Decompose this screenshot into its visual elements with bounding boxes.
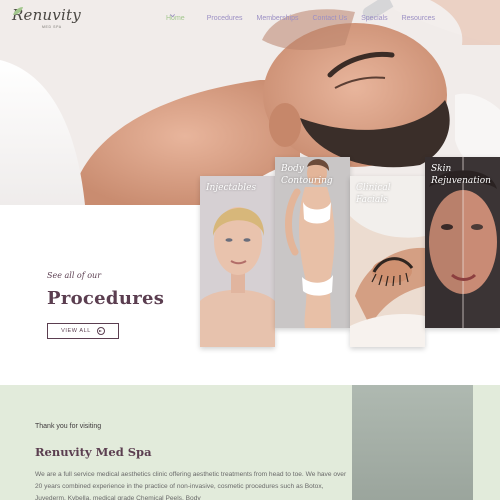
nav-item-procedures[interactable]: Procedures	[170, 14, 243, 22]
nav-item-procedures-label: Procedures	[206, 14, 243, 22]
main-nav: Home Procedures Memberships Contact Us S…	[166, 12, 435, 24]
intro-photo	[352, 385, 473, 500]
view-all-button[interactable]: VIEW ALL	[47, 323, 119, 339]
nav-item-memberships[interactable]: Memberships	[256, 15, 298, 22]
procedures-title: Procedures	[47, 288, 165, 309]
card-label-injectables: Injectables	[206, 183, 257, 193]
nav-item-specials[interactable]: Specials	[361, 15, 387, 22]
leaf-icon	[13, 7, 23, 15]
card-label-skin-rejuvenation: Skin Rejuvenation	[431, 164, 491, 186]
procedure-card-skin-rejuvenation[interactable]: Skin Rejuvenation	[425, 157, 500, 328]
brand-logo[interactable]: Renuvity MED SPA	[12, 6, 81, 30]
intro-title: Renuvity Med Spa	[35, 445, 152, 459]
intro-kicker: Thank you for visiting	[35, 423, 102, 430]
card-label-clinical-facials: Clinical Facials	[356, 183, 391, 205]
view-all-label: VIEW ALL	[61, 328, 91, 334]
card-label-body-contouring: Body Contouring	[281, 164, 333, 186]
procedure-card-clinical-facials[interactable]: Clinical Facials	[350, 176, 425, 347]
procedure-card-body-contouring[interactable]: Body Contouring	[275, 157, 350, 328]
procedure-card-injectables[interactable]: Injectables	[200, 176, 275, 347]
procedures-kicker: See all of our	[47, 271, 102, 280]
injectables-photo	[200, 176, 275, 347]
nav-item-resources[interactable]: Resources	[402, 15, 435, 22]
nav-item-contact[interactable]: Contact Us	[313, 15, 348, 22]
arrow-circle-icon	[96, 327, 105, 335]
chevron-down-icon	[170, 14, 175, 18]
logo-subtext: MED SPA	[42, 25, 62, 29]
intro-paragraph: We are a full service medical aesthetics…	[35, 471, 347, 500]
